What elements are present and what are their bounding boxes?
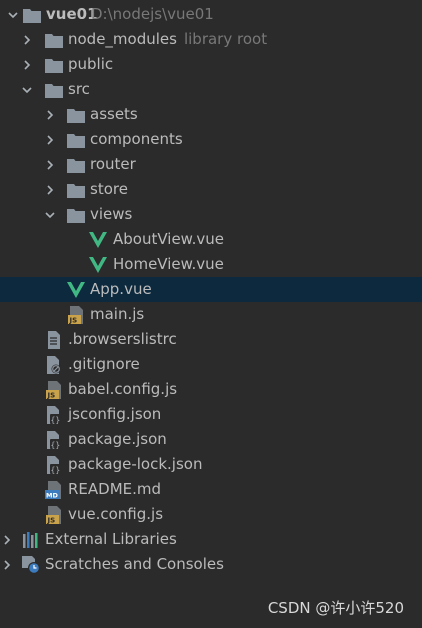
browserslistrc-label: .browserslistrc xyxy=(68,330,177,348)
folder-icon xyxy=(67,156,85,174)
project-path: D:\nodejs\vue01 xyxy=(91,5,214,23)
jsconfig-label: jsconfig.json xyxy=(68,405,162,423)
folder-icon xyxy=(67,181,85,199)
components-label: components xyxy=(90,130,183,148)
aboutview-label: AboutView.vue xyxy=(113,230,224,248)
scratches-icon xyxy=(22,556,40,574)
src-label: src xyxy=(68,80,90,98)
public-label: public xyxy=(68,55,114,73)
svg-text:{}: {} xyxy=(51,416,61,425)
tree-item-package-json[interactable]: {} package.json xyxy=(0,427,422,452)
folder-icon xyxy=(67,106,85,124)
chevron-down-icon[interactable] xyxy=(43,202,57,227)
js-file-icon: JS xyxy=(45,506,63,524)
libraries-icon xyxy=(22,531,40,549)
vue-file-icon xyxy=(67,281,85,299)
views-label: views xyxy=(90,205,133,223)
json-file-icon: {} xyxy=(45,406,63,424)
tree-item-package-lock[interactable]: {} package-lock.json xyxy=(0,452,422,477)
text-file-icon xyxy=(45,331,63,349)
folder-icon xyxy=(67,131,85,149)
tree-item-main-js[interactable]: JS main.js xyxy=(0,302,422,327)
main-js-label: main.js xyxy=(90,305,145,323)
store-label: store xyxy=(90,180,128,198)
gitignore-label: .gitignore xyxy=(68,355,140,373)
js-file-icon: JS xyxy=(67,306,85,324)
chevron-down-icon[interactable] xyxy=(20,77,34,102)
chevron-right-icon[interactable] xyxy=(43,127,57,152)
tree-item-vue-config[interactable]: JS vue.config.js xyxy=(0,502,422,527)
tree-item-src[interactable]: src xyxy=(0,77,422,102)
chevron-right-icon[interactable] xyxy=(43,177,57,202)
external-libraries-label: External Libraries xyxy=(45,530,177,548)
tree-item-gitignore[interactable]: .gitignore xyxy=(0,352,422,377)
json-file-icon: {} xyxy=(45,431,63,449)
tree-item-jsconfig[interactable]: {} jsconfig.json xyxy=(0,402,422,427)
vue-file-icon xyxy=(89,256,107,274)
tree-item-views[interactable]: views xyxy=(0,202,422,227)
project-name: vue01 xyxy=(46,5,98,23)
tree-item-aboutview[interactable]: AboutView.vue xyxy=(0,227,422,252)
tree-item-assets[interactable]: assets xyxy=(0,102,422,127)
svg-text:{}: {} xyxy=(51,466,61,475)
svg-text:JS: JS xyxy=(47,517,56,525)
svg-text:JS: JS xyxy=(47,392,56,400)
chevron-right-icon[interactable] xyxy=(0,527,14,552)
csdn-watermark: CSDN @许小许520 xyxy=(267,599,404,617)
ignore-file-icon xyxy=(45,356,63,374)
babel-config-label: babel.config.js xyxy=(68,380,178,398)
folder-icon xyxy=(45,81,63,99)
tree-item-scratches[interactable]: Scratches and Consoles xyxy=(0,552,422,577)
chevron-down-icon[interactable] xyxy=(6,2,20,27)
tree-item-store[interactable]: store xyxy=(0,177,422,202)
folder-icon xyxy=(23,6,41,24)
folder-icon xyxy=(45,56,63,74)
package-lock-label: package-lock.json xyxy=(68,455,203,473)
folder-icon xyxy=(67,206,85,224)
chevron-right-icon[interactable] xyxy=(43,152,57,177)
tree-item-homeview[interactable]: HomeView.vue xyxy=(0,252,422,277)
router-label: router xyxy=(90,155,136,173)
tree-item-vue01[interactable]: vue01 D:\nodejs\vue01 xyxy=(0,2,422,27)
tree-item-browserslistrc[interactable]: .browserslistrc xyxy=(0,327,422,352)
tree-item-public[interactable]: public xyxy=(0,52,422,77)
tree-item-node-modules[interactable]: node_modules library root xyxy=(0,27,422,52)
library-root-hint: library root xyxy=(183,30,268,48)
chevron-right-icon[interactable] xyxy=(20,52,34,77)
folder-excluded-icon xyxy=(45,31,63,49)
node-modules-label: node_modules xyxy=(68,30,177,48)
project-tree: vue01 D:\nodejs\vue01 node_modules librar… xyxy=(0,2,422,577)
package-json-label: package.json xyxy=(68,430,167,448)
js-file-icon: JS xyxy=(45,381,63,399)
svg-text:MD: MD xyxy=(46,492,58,500)
tree-item-router[interactable]: router xyxy=(0,152,422,177)
chevron-right-icon[interactable] xyxy=(20,27,34,52)
svg-text:{}: {} xyxy=(51,441,61,450)
svg-text:JS: JS xyxy=(69,317,78,325)
readme-label: README.md xyxy=(68,480,162,498)
chevron-right-icon[interactable] xyxy=(43,102,57,127)
homeview-label: HomeView.vue xyxy=(113,255,224,273)
chevron-right-icon[interactable] xyxy=(0,552,14,577)
scratches-label: Scratches and Consoles xyxy=(45,555,224,573)
vue-config-label: vue.config.js xyxy=(68,505,164,523)
tree-item-readme[interactable]: MD README.md xyxy=(0,477,422,502)
tree-item-components[interactable]: components xyxy=(0,127,422,152)
tree-item-external-libraries[interactable]: External Libraries xyxy=(0,527,422,552)
tree-item-babel-config[interactable]: JS babel.config.js xyxy=(0,377,422,402)
markdown-file-icon: MD xyxy=(45,481,63,499)
tree-item-app-vue[interactable]: App.vue xyxy=(0,277,422,302)
assets-label: assets xyxy=(90,105,138,123)
json-file-icon: {} xyxy=(45,456,63,474)
vue-file-icon xyxy=(89,231,107,249)
app-vue-label: App.vue xyxy=(90,280,152,298)
